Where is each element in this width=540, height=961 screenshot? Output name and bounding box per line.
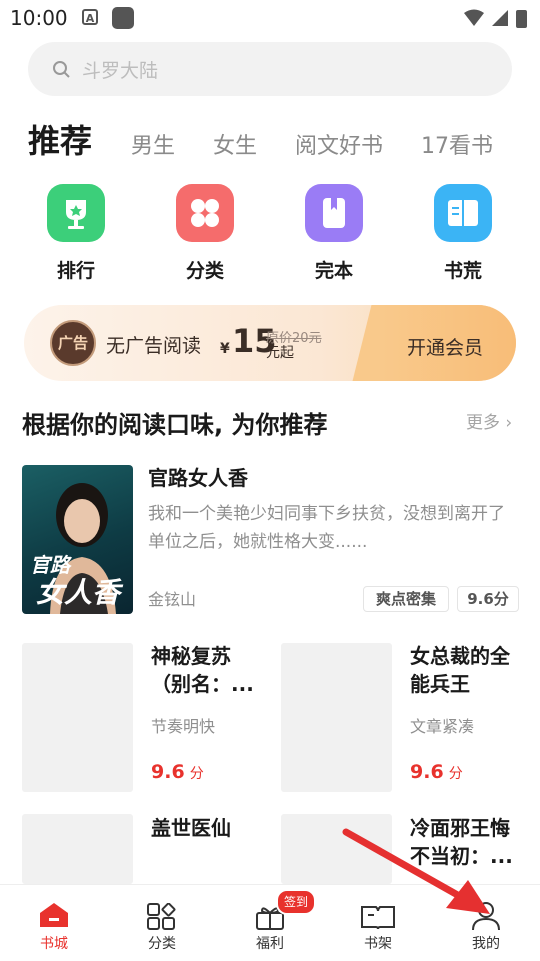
book-sub: 文章紧凑 [410,717,475,736]
signal-icon [492,10,508,26]
book-score: 9.6 分 [410,761,463,783]
tab-17kan[interactable]: 17看书 [421,128,493,160]
ranking-button[interactable] [47,184,105,242]
currency-symbol: ¥ [220,341,230,357]
nav-category[interactable]: 分类 [108,889,216,955]
tab-recommend[interactable]: 推荐 [28,116,92,162]
book-title[interactable]: 女总裁的全能兵王 [410,642,528,698]
book-sub: 节奏明快 [151,717,216,736]
notification-app-icon [112,7,134,29]
category-icon [147,903,176,930]
book-bookmark-icon [323,198,345,228]
finished-label[interactable]: 完本 [294,256,374,283]
book-score-unit: 分 [448,766,463,782]
nav-label[interactable]: 我的 [432,933,540,953]
ranking-label[interactable]: 排行 [36,256,116,283]
nav-label[interactable]: 福利 [216,933,324,953]
search-input[interactable]: 斗罗大陆 [82,56,158,83]
featured-desc: 我和一个美艳少妇同事下乡扶贫，没想到离开了单位之后，她就性格大变...... [148,504,505,552]
finished-button[interactable] [305,184,363,242]
section-title: 根据你的阅读口味, 为你推荐 [22,411,328,439]
featured-score: 9.6分 [457,586,519,612]
book-cover[interactable] [281,643,392,792]
open-vip-button[interactable]: 开通会员 [407,333,483,360]
book-score-unit: 分 [189,766,204,782]
featured-author: 金铉山 [148,590,197,609]
featured-tag: 爽点密集 [363,586,449,612]
battery-icon [516,10,527,28]
more-label[interactable]: 更多 [466,413,500,433]
category-button[interactable] [176,184,234,242]
book-cover[interactable] [22,814,133,884]
book-score: 9.6 分 [151,761,204,783]
book-title[interactable]: 盖世医仙 [151,814,269,842]
price-suffix: 元起 [266,345,294,361]
status-time: 10:00 [10,6,68,30]
store-home-icon [40,903,68,927]
wifi-icon [464,9,484,26]
book-score-value: 9.6 [151,761,185,783]
nav-bookstore[interactable]: 书城 [0,889,108,955]
ad-badge-icon: 广告 [50,320,96,366]
nav-label[interactable]: 书架 [324,933,432,953]
nav-label[interactable]: 分类 [108,933,216,953]
book-shortage-label[interactable]: 书荒 [423,256,503,283]
nav-label[interactable]: 书城 [0,933,108,953]
cover-title-2: 女人香 [36,576,121,609]
book-title[interactable]: 神秘复苏（别名：... [151,642,269,698]
tab-male[interactable]: 男生 [131,128,175,160]
status-icons [464,9,527,28]
more-link[interactable]: 更多 › [466,408,512,433]
notification-a-icon: A [82,9,98,25]
book-score-value: 9.6 [410,761,444,783]
trophy-icon [66,200,86,229]
annotation-arrow [342,828,490,914]
tab-female[interactable]: 女生 [213,128,257,160]
checkin-badge: 签到 [276,889,317,915]
grid-icon [191,199,219,227]
featured-cover[interactable]: 官路 女人香 [22,465,133,614]
category-label[interactable]: 分类 [165,256,245,283]
book-cover[interactable] [22,643,133,792]
no-ad-text: 无广告阅读 [106,335,202,357]
search-icon [53,61,70,78]
book-shortage-button[interactable] [434,184,492,242]
tab-yuewen[interactable]: 阅文好书 [295,128,383,160]
chevron-right-icon: › [505,413,513,433]
featured-title[interactable]: 官路女人香 [148,462,248,491]
open-book-icon [448,200,478,226]
